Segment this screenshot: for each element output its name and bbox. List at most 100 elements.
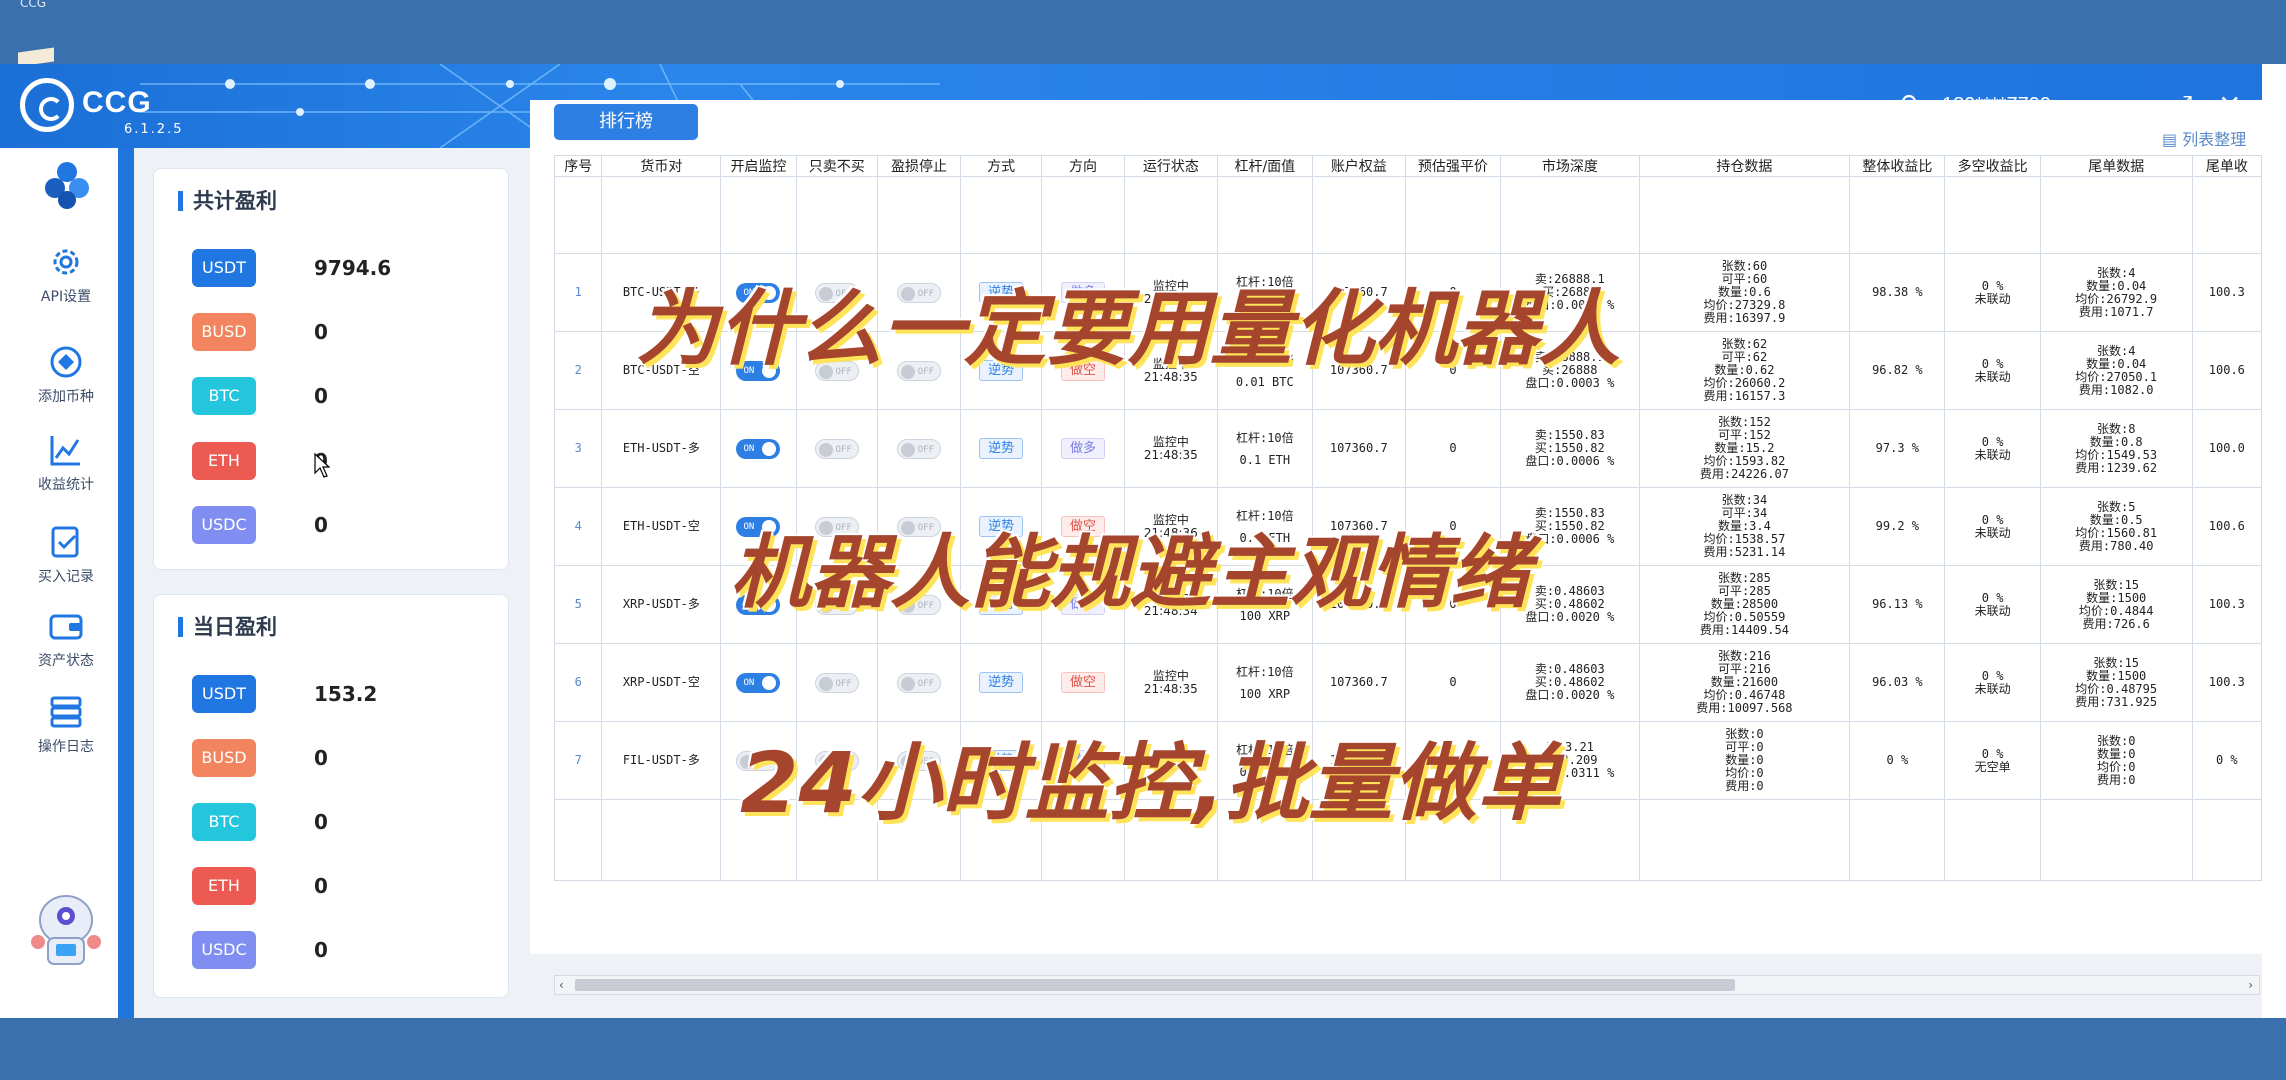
- tail-order-line: 均价:26792.9: [2075, 291, 2158, 306]
- tail-return-cell: 100.3: [2191, 253, 2262, 332]
- tail-order-line: 数量:0.04: [2086, 356, 2147, 371]
- tail-order-cell: 张数:15 数量:1500 均价:0.4844 费用:726.6: [2039, 565, 2193, 644]
- tail-return-cell: 0 %: [2191, 721, 2262, 800]
- position-cell: 张数:60 可平:60 数量:0.6 均价:27329.8 费用:16397.9: [1638, 253, 1851, 332]
- pair-cell: ETH-USDT-空: [601, 487, 722, 566]
- toggle-knob: [818, 442, 833, 457]
- sidebar-item-profit-stats[interactable]: 收益统计: [14, 432, 118, 494]
- column-header: 货币对: [601, 155, 722, 177]
- cell-text: 3: [574, 441, 582, 455]
- cell-text: 0 %: [2215, 753, 2238, 767]
- scroll-left-icon[interactable]: ‹: [559, 976, 564, 994]
- stop-loss-toggle[interactable]: OFF: [897, 672, 942, 693]
- outer-bottom-band: [0, 1018, 2286, 1080]
- tail-order-cell: 张数:4 数量:0.04 均价:27050.1 费用:1082.0: [2039, 331, 2193, 410]
- sell-only-toggle[interactable]: OFF: [814, 438, 859, 459]
- position-line: 费用:5231.14: [1703, 545, 1786, 559]
- sidebar-item-asset-status[interactable]: 资产状态: [14, 608, 118, 670]
- pair-cell: ETH-USDT-多: [601, 409, 722, 488]
- depth-line: 盘口:0.0020 %: [1525, 688, 1615, 702]
- tail-order-line: 数量:0.5: [2089, 512, 2143, 527]
- coin-badge: USDC: [192, 931, 256, 969]
- column-header: 持仓数据: [1638, 155, 1851, 177]
- overlay-caption-3: 24小时监控,批量做单: [740, 734, 1561, 832]
- tail-order-line: 费用:0: [2096, 772, 2136, 787]
- monitor-toggle[interactable]: ON: [736, 438, 781, 459]
- cell-text: 107360.7: [1329, 675, 1388, 689]
- tail-order-line: 费用:1082.0: [2078, 382, 2154, 397]
- row-number: 7: [554, 721, 603, 800]
- scroll-right-icon[interactable]: ›: [2248, 976, 2253, 994]
- outer-top-band: CCG: [0, 0, 2286, 67]
- leaderboard-button[interactable]: 排行榜: [554, 104, 698, 140]
- tail-order-cell: 张数:5 数量:0.5 均价:1560.81 费用:780.40: [2039, 487, 2193, 566]
- sidebar-item-buy-record[interactable]: 买入记录: [14, 524, 118, 586]
- horizontal-scrollbar[interactable]: ‹ ›: [554, 975, 2260, 995]
- mode-tag[interactable]: 逆势: [979, 672, 1024, 693]
- tail-return-cell: 100.6: [2191, 487, 2262, 566]
- sidebar-item-api-settings[interactable]: API设置: [14, 244, 118, 306]
- list-arrange-button[interactable]: ▤ 列表整理: [2162, 126, 2246, 150]
- empty-cell: [1638, 799, 1851, 881]
- sidebar-item-add-coin[interactable]: 添加币种: [14, 344, 118, 406]
- position-line: 费用:14409.54: [1699, 623, 1789, 637]
- long-short-line: 0 %: [1981, 512, 2004, 527]
- cell-text: 6: [574, 675, 582, 689]
- depth-cell: 卖:1550.83 买:1550.82 盘口:0.0006 %: [1500, 409, 1640, 488]
- long-short-cell: 0 % 未联动: [1944, 253, 2041, 332]
- position-cell: 张数:62 可平:62 数量:0.62 均价:26060.2 费用:16157.3: [1638, 331, 1851, 410]
- scrollbar-thumb[interactable]: [575, 979, 1735, 991]
- cell-text: 4: [574, 519, 582, 533]
- tail-order-line: 张数:0: [2096, 733, 2136, 748]
- depth-line: 盘口:0.0006 %: [1525, 454, 1615, 468]
- equity-cell: 107360.7: [1311, 409, 1406, 488]
- coin-badge: BUSD: [192, 313, 256, 351]
- coin-badge: BTC: [192, 377, 256, 415]
- cell-text: 100.6: [2208, 363, 2245, 377]
- toggle-state: ON: [743, 443, 755, 454]
- monitor-cell: ON: [720, 643, 797, 722]
- tail-order-line: 数量:0.04: [2086, 278, 2147, 293]
- tail-return-cell: 100.3: [2191, 565, 2262, 644]
- long-short-cell: 0 % 未联动: [1944, 409, 2041, 488]
- brand-name: CCG: [82, 86, 152, 119]
- table-row[interactable]: 3 ETH-USDT-多 ON OFF OFF 逆势 做多 监控中 21:48:35 杠杆:10倍…: [554, 409, 2262, 488]
- coin-value: 0: [314, 513, 328, 537]
- table-row[interactable]: 6 XRP-USDT-空 ON OFF OFF 逆势 做空 监控中 21:48:35 杠杆:10倍…: [554, 643, 2262, 722]
- cell-text: 100.3: [2208, 597, 2245, 611]
- long-short-line: 未联动: [1974, 525, 2011, 540]
- sidebar: API设置 添加币种 收益统计 买入记录 资产状态 操作日志: [14, 148, 134, 1018]
- mode-cell: 逆势: [960, 643, 1043, 722]
- sidebar-item-label: API设置: [40, 289, 92, 305]
- cell-text: ETH-USDT-多: [622, 441, 700, 455]
- tail-order-line: 均价:0.48795: [2075, 681, 2158, 696]
- toggle-knob: [818, 676, 833, 691]
- long-short-cell: 0 % 未联动: [1944, 643, 2041, 722]
- monitor-toggle[interactable]: ON: [736, 672, 781, 693]
- sidebar-item-label: 操作日志: [38, 739, 94, 755]
- empty-cell: [2039, 799, 2193, 881]
- column-header: 盈损停止: [876, 155, 962, 177]
- row-number: 1: [554, 253, 603, 332]
- sidebar-item-label: 买入记录: [38, 569, 94, 585]
- ccg-logo: [20, 78, 74, 132]
- sidebar-item-label: 添加币种: [38, 389, 94, 405]
- coin-value: 0: [314, 384, 328, 408]
- sidebar-inner: API设置 添加币种 收益统计 买入记录 资产状态 操作日志: [14, 148, 118, 1018]
- tail-order-line: 数量:0.8: [2089, 434, 2143, 449]
- toggle-state: OFF: [835, 444, 852, 455]
- column-header: 序号: [554, 155, 603, 177]
- tail-order-line: 数量:1500: [2086, 590, 2147, 605]
- mode-tag[interactable]: 逆势: [979, 438, 1024, 459]
- sell-only-toggle[interactable]: OFF: [814, 672, 859, 693]
- direction-cell: 做多: [1041, 409, 1125, 488]
- cell-text: 100.6: [2208, 519, 2245, 533]
- row-number: 4: [554, 487, 603, 566]
- sidebar-item-operation-log[interactable]: 操作日志: [14, 694, 118, 756]
- add-coin-icon: [50, 346, 82, 378]
- stop-loss-toggle[interactable]: OFF: [897, 438, 942, 459]
- column-header: 方向: [1041, 155, 1125, 177]
- column-header: 尾单收: [2191, 155, 2262, 177]
- position-line: 费用:16157.3: [1703, 389, 1786, 403]
- column-header: 方式: [960, 155, 1043, 177]
